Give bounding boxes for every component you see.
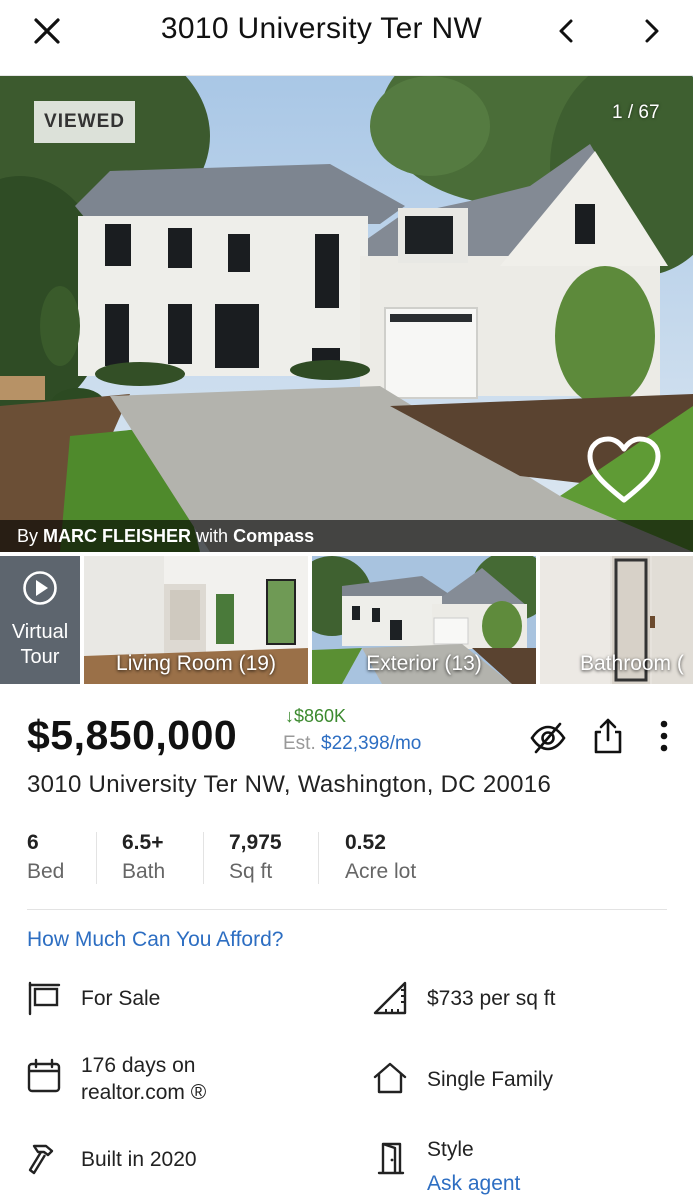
photo-counter: 1 / 67 [612,102,660,123]
arrow-down-icon: ↓ [285,706,294,726]
hammer-icon [28,1144,54,1175]
fact-year-built: Built in 2020 [81,1148,197,1171]
thumbnail-exterior[interactable]: Exterior (13) [312,556,536,684]
thumbnail-living-room[interactable]: Living Room (19) [84,556,308,684]
photo-thumbnail-strip: Virtual Tour Living Room (19) Exterior (… [0,556,693,684]
stat-label: Bath [122,860,166,883]
stat-value: 7,975 [229,831,282,854]
close-icon[interactable] [30,14,64,48]
afford-link[interactable]: How Much Can You Afford? [27,928,283,952]
house-icon [373,1062,407,1094]
section-divider [27,909,667,910]
credit-with: with [196,526,229,546]
thumbnail-caption: Bathroom ( [580,652,684,675]
stat-divider [318,832,319,884]
stat-value: 6.5+ [122,831,164,854]
fact-status: For Sale [81,987,161,1010]
viewed-badge: VIEWED [34,101,135,143]
stat-divider [203,832,204,884]
photo-credit: By MARC FLEISHER with Compass [0,520,693,552]
stat-label: Sq ft [229,860,273,883]
price-reduction-amount: $860K [294,706,347,726]
top-bar: 3010 University Ter NW [0,0,693,76]
listing-price: $5,850,000 [27,712,238,758]
page-title: 3010 University Ter NW [160,12,483,45]
stat-beds: 6 Bed [27,831,64,884]
ruler-triangle-icon [373,981,407,1015]
estimated-payment[interactable]: Est. $22,398/mo [283,733,421,755]
calendar-icon [27,1058,61,1093]
chevron-left-icon[interactable] [552,14,582,48]
stat-lot: 0.52 Acre lot [345,831,416,884]
fact-days-on-market: 176 days on realtor.com ® [81,1052,206,1106]
fact-style-label: Style [427,1138,474,1161]
stat-divider [96,832,97,884]
hide-icon[interactable] [528,718,568,758]
est-monthly-link[interactable]: $22,398/mo [321,733,421,754]
virtual-tour-tile[interactable]: Virtual Tour [0,556,80,684]
est-prefix: Est. [283,733,316,754]
play-circle-icon [23,571,57,605]
thumbnail-caption: Exterior (13) [366,652,482,675]
stat-label: Acre lot [345,860,417,883]
virtual-tour-label-line1: Virtual [11,621,69,643]
virtual-tour-label-line2: Tour [20,646,60,668]
stat-value: 6 [27,831,39,854]
share-icon[interactable] [588,716,628,756]
ask-agent-link[interactable]: Ask agent [427,1167,520,1200]
heart-outline-icon[interactable] [584,434,664,506]
agent-name[interactable]: MARC FLEISHER [43,526,191,546]
fact-property-type: Single Family [427,1068,554,1091]
fact-price-per-sqft: $733 per sq ft [427,987,556,1010]
price-reduction: ↓$860K [285,706,346,727]
fact-style: Style Ask agent [427,1133,520,1200]
fact-days-line2: realtor.com ® [81,1081,207,1104]
stat-sqft: 7,975 Sq ft [229,831,282,884]
stat-label: Bed [27,860,65,883]
fact-days-line1: 176 days on [81,1054,196,1077]
listing-address: 3010 University Ter NW, Washington, DC 2… [27,771,552,798]
thumbnail-bathroom[interactable]: Bathroom ( [540,556,693,684]
hero-photo[interactable]: VIEWED 1 / 67 By MARC FLEISHER with Comp… [0,76,693,552]
for-sale-sign-icon [28,981,61,1016]
more-vertical-icon[interactable] [644,716,684,756]
thumbnail-caption: Living Room (19) [116,652,276,675]
stat-baths: 6.5+ Bath [122,831,165,884]
chevron-right-icon[interactable] [636,14,666,48]
door-icon [377,1142,405,1175]
stat-value: 0.52 [345,831,386,854]
brokerage-name: Compass [233,526,315,546]
credit-prefix: By [17,526,39,546]
virtual-tour-label: Virtual Tour [0,620,80,670]
